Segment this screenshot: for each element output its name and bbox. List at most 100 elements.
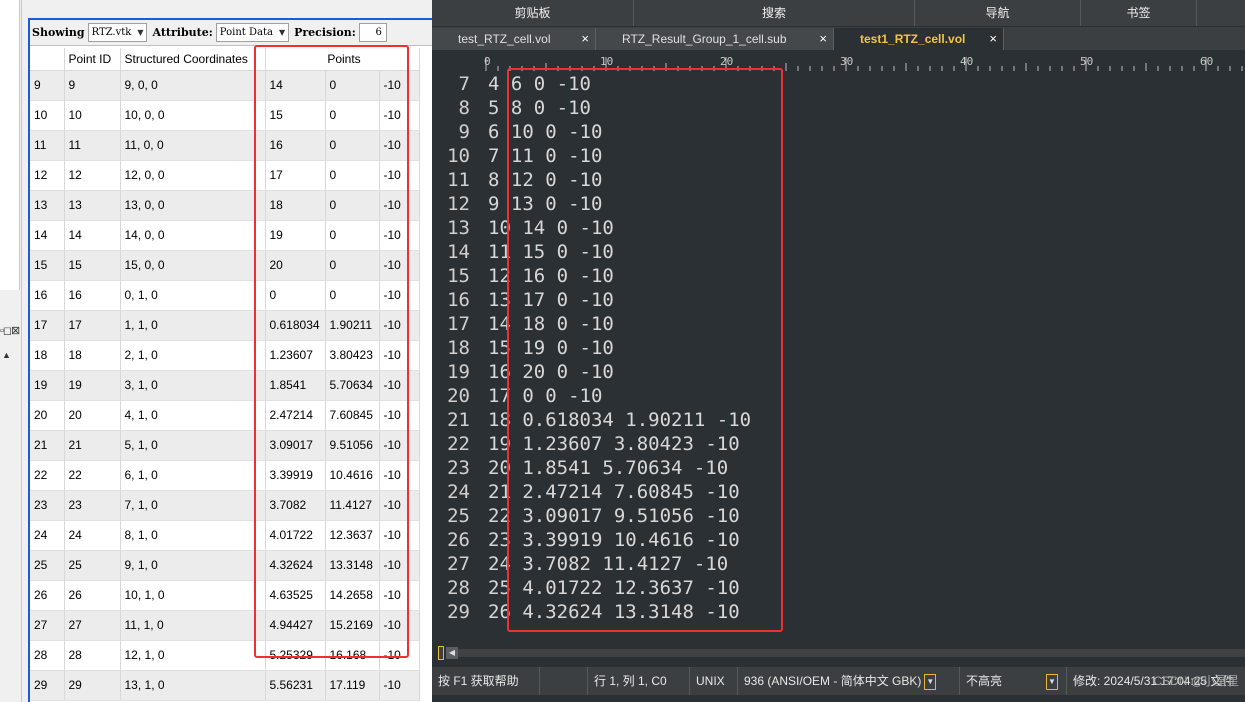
table-cell[interactable]: 5.25329 <box>265 640 326 671</box>
table-cell[interactable]: 26 <box>64 580 121 611</box>
code-line[interactable]: 12 9 13 0 -10 <box>432 192 1245 216</box>
table-cell[interactable]: 2, 1, 0 <box>120 340 266 371</box>
table-row[interactable]: 19 19 3, 1, 0 1.8541 5.70634 -10 <box>30 370 420 401</box>
collapse-arrow-icon[interactable]: ▲ <box>2 350 11 360</box>
table-cell[interactable]: 0 <box>325 100 380 131</box>
code-line[interactable]: 20 17 0 0 -10 <box>432 384 1245 408</box>
table-cell[interactable]: 9, 1, 0 <box>120 550 266 581</box>
table-row[interactable]: 29 29 13, 1, 0 5.56231 17.119 -10 <box>30 670 420 701</box>
scroll-track[interactable] <box>458 649 1245 657</box>
table-cell[interactable]: 0 <box>325 190 380 221</box>
table-cell[interactable]: 19 <box>64 370 121 401</box>
table-cell[interactable]: -10 <box>379 520 420 551</box>
line-text[interactable]: 19 1.23607 3.80423 -10 <box>488 432 740 456</box>
table-cell[interactable]: 3, 1, 0 <box>120 370 266 401</box>
table-cell[interactable]: 9, 0, 0 <box>120 70 266 101</box>
table-cell[interactable]: 3.7082 <box>265 490 326 521</box>
line-text[interactable]: 5 8 0 -10 <box>488 96 591 120</box>
code-line[interactable]: 24 21 2.47214 7.60845 -10 <box>432 480 1245 504</box>
table-cell[interactable]: 5.70634 <box>325 370 380 401</box>
table-row[interactable]: 24 24 8, 1, 0 4.01722 12.3637 -10 <box>30 520 420 551</box>
table-cell[interactable]: 3.09017 <box>265 430 326 461</box>
table-cell[interactable]: 13 <box>64 190 121 221</box>
code-line[interactable]: 17 14 18 0 -10 <box>432 312 1245 336</box>
code-line[interactable]: 29 26 4.32624 13.3148 -10 <box>432 600 1245 624</box>
table-cell[interactable]: 11, 1, 0 <box>120 610 266 641</box>
table-cell[interactable]: 18 <box>64 340 121 371</box>
table-cell[interactable]: 4.32624 <box>265 550 326 581</box>
table-cell[interactable]: 2.47214 <box>265 400 326 431</box>
line-text[interactable]: 24 3.7082 11.4127 -10 <box>488 552 728 576</box>
table-row[interactable]: 14 14 14, 0, 0 19 0 -10 <box>30 220 420 251</box>
code-line[interactable]: 22 19 1.23607 3.80423 -10 <box>432 432 1245 456</box>
line-text[interactable]: 13 17 0 -10 <box>488 288 614 312</box>
table-cell[interactable]: 17 <box>64 310 121 341</box>
table-cell[interactable]: 12.3637 <box>325 520 380 551</box>
tab-rtz-result-group-sub[interactable]: RTZ_Result_Group_1_cell.sub × <box>596 28 834 50</box>
code-line[interactable]: 19 16 20 0 -10 <box>432 360 1245 384</box>
column-header-point-id[interactable]: Point ID <box>64 48 121 71</box>
tab-test-rtz-cell-vol[interactable]: test_RTZ_cell.vol × <box>432 28 596 50</box>
table-cell[interactable]: 12, 1, 0 <box>120 640 266 671</box>
table-row[interactable]: 22 22 6, 1, 0 3.39919 10.4616 -10 <box>30 460 420 491</box>
table-cell[interactable]: 17 <box>265 160 326 191</box>
table-cell[interactable]: 11, 0, 0 <box>120 130 266 161</box>
table-cell[interactable]: 1.23607 <box>265 340 326 371</box>
table-row[interactable]: 9 9 9, 0, 0 14 0 -10 <box>30 70 420 101</box>
table-cell[interactable]: 15, 0, 0 <box>120 250 266 281</box>
table-row[interactable]: 17 17 1, 1, 0 0.618034 1.90211 -10 <box>30 310 420 341</box>
table-cell[interactable]: 13, 1, 0 <box>120 670 266 701</box>
table-cell[interactable]: 0 <box>265 280 326 311</box>
table-cell[interactable]: 12, 0, 0 <box>120 160 266 191</box>
table-cell[interactable]: 10 <box>64 100 121 131</box>
table-cell[interactable]: 0.618034 <box>265 310 326 341</box>
table-cell[interactable]: 12 <box>64 160 121 191</box>
table-cell[interactable]: -10 <box>379 580 420 611</box>
tab-test1-rtz-cell-vol[interactable]: test1_RTZ_cell.vol × <box>834 28 1004 50</box>
line-text[interactable]: 8 12 0 -10 <box>488 168 602 192</box>
line-text[interactable]: 18 0.618034 1.90211 -10 <box>488 408 751 432</box>
status-codepage[interactable]: 936 (ANSI/OEM - 简体中文 GBK) ▼ <box>738 667 960 695</box>
table-cell[interactable]: 19 <box>265 220 326 251</box>
code-line[interactable]: 9 6 10 0 -10 <box>432 120 1245 144</box>
table-cell[interactable]: -10 <box>379 430 420 461</box>
table-cell[interactable]: -10 <box>379 190 420 221</box>
table-cell[interactable]: 0 <box>325 70 380 101</box>
table-cell[interactable]: 4.01722 <box>265 520 326 551</box>
table-cell[interactable]: 24 <box>64 520 121 551</box>
close-icon[interactable]: × <box>581 28 589 50</box>
ribbon-search[interactable]: 搜索 <box>634 0 915 26</box>
scroll-thumb[interactable] <box>438 646 444 660</box>
table-cell[interactable]: 7.60845 <box>325 400 380 431</box>
table-row[interactable]: 12 12 12, 0, 0 17 0 -10 <box>30 160 420 191</box>
table-cell[interactable]: -10 <box>379 130 420 161</box>
table-cell[interactable]: -10 <box>379 460 420 491</box>
line-text[interactable]: 20 1.8541 5.70634 -10 <box>488 456 728 480</box>
ribbon-clipboard[interactable]: 剪贴板 <box>432 0 634 26</box>
table-cell[interactable]: 7, 1, 0 <box>120 490 266 521</box>
code-line[interactable]: 26 23 3.39919 10.4616 -10 <box>432 528 1245 552</box>
table-row[interactable]: 23 23 7, 1, 0 3.7082 11.4127 -10 <box>30 490 420 521</box>
table-cell[interactable]: -10 <box>379 640 420 671</box>
code-line[interactable]: 16 13 17 0 -10 <box>432 288 1245 312</box>
pane-controls-icon[interactable]: ▫◻⊠ <box>0 324 20 337</box>
table-cell[interactable]: -10 <box>379 310 420 341</box>
ribbon-navigate[interactable]: 导航 <box>915 0 1081 26</box>
status-highlight[interactable]: 不高亮 ▼ <box>960 667 1067 695</box>
table-cell[interactable]: -10 <box>379 160 420 191</box>
code-line[interactable]: 23 20 1.8541 5.70634 -10 <box>432 456 1245 480</box>
table-cell[interactable]: 9 <box>64 70 121 101</box>
line-text[interactable]: 4 6 0 -10 <box>488 72 591 96</box>
table-cell[interactable]: -10 <box>379 250 420 281</box>
table-cell[interactable]: 0 <box>325 130 380 161</box>
table-cell[interactable]: 13, 0, 0 <box>120 190 266 221</box>
line-text[interactable]: 12 16 0 -10 <box>488 264 614 288</box>
column-header[interactable] <box>30 48 65 71</box>
table-cell[interactable]: 4.94427 <box>265 610 326 641</box>
code-line[interactable]: 21 18 0.618034 1.90211 -10 <box>432 408 1245 432</box>
table-cell[interactable]: 14 <box>265 70 326 101</box>
code-line[interactable]: 14 11 15 0 -10 <box>432 240 1245 264</box>
code-line[interactable]: 27 24 3.7082 11.4127 -10 <box>432 552 1245 576</box>
table-cell[interactable]: 4.63525 <box>265 580 326 611</box>
table-cell[interactable]: 15.2169 <box>325 610 380 641</box>
